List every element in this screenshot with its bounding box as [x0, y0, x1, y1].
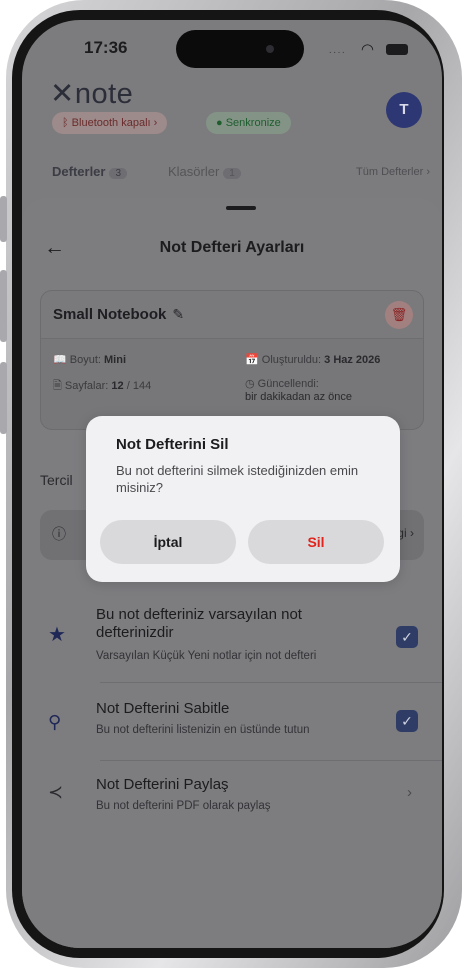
- pin-notebook-desc: Bu not defterini listenizin en üstünde t…: [96, 724, 310, 736]
- pin-notebook-checkbox[interactable]: ✓: [396, 710, 418, 732]
- avatar[interactable]: T: [386, 92, 422, 128]
- logo-x-icon: ✕: [50, 78, 75, 110]
- tab-folders-count: 1: [223, 168, 241, 179]
- sync-status-chip: ● Senkronize: [206, 112, 291, 134]
- signal-icon: ····: [328, 47, 346, 58]
- battery-icon: [386, 44, 408, 55]
- updated-meta: ◷ Güncellendi:: [245, 377, 319, 390]
- share-notebook-row[interactable]: ≺ Not Defterini Paylaş Bu not defterini …: [40, 774, 424, 834]
- logo-text: note: [74, 78, 134, 110]
- updated-label: Güncellendi:: [257, 378, 319, 390]
- default-notebook-title: Bu not defteriniz varsayılan not defteri…: [96, 606, 302, 641]
- info-icon: ⓘ: [52, 526, 66, 542]
- size-value: Mini: [104, 354, 127, 366]
- volume-up-button: [0, 196, 7, 242]
- bluetooth-status-label: Bluetooth kapalı: [71, 117, 151, 129]
- trash-icon[interactable]: 🗑: [385, 301, 413, 329]
- chevron-right-icon: ›: [410, 526, 414, 540]
- wifi-icon: ◠: [360, 41, 374, 58]
- preferences-label: Tercil: [40, 472, 73, 488]
- all-notebooks-label: Tüm Defterler: [356, 166, 424, 178]
- share-icon: ≺: [48, 782, 64, 802]
- size-label: Boyut:: [69, 354, 101, 366]
- side-button: [0, 362, 7, 434]
- tab-folders-label: Klasörler: [168, 164, 220, 179]
- camera-dot: [266, 45, 274, 53]
- pin-notebook-title: Not Defterini Sabitle: [96, 700, 230, 717]
- screen: 17:36 ···· ◠ ✕note T ᛒ Bluetooth kapalı …: [22, 20, 442, 948]
- delete-notebook-dialog: Not Defterini Sil Bu not defterini silme…: [86, 416, 400, 582]
- bluetooth-status-chip[interactable]: ᛒ Bluetooth kapalı ›: [52, 112, 168, 134]
- chevron-right-icon: ›: [153, 117, 158, 129]
- chevron-right-icon: ›: [426, 166, 430, 178]
- calendar-icon: 📅: [245, 354, 259, 366]
- pencil-icon[interactable]: ✎: [172, 306, 184, 322]
- page-icon: 🗎: [53, 380, 62, 392]
- tab-notebooks-label: Defterler: [52, 164, 106, 179]
- pages-label: Sayfalar:: [64, 380, 109, 392]
- notebook-card-header: Small Notebook ✎ 🗑: [41, 291, 423, 339]
- pin-notebook-row[interactable]: ⚲ Not Defterini Sabitle Bu not defterini…: [40, 696, 424, 758]
- chevron-right-icon: ›: [407, 784, 412, 801]
- share-notebook-desc: Bu not defterini PDF olarak paylaş: [96, 800, 271, 812]
- created-meta: 📅 Oluşturuldu: 3 Haz 2026: [245, 353, 380, 366]
- pages-meta: 🗎 Sayfalar: 12 / 144: [53, 377, 151, 396]
- delete-button[interactable]: Sil: [248, 520, 384, 564]
- notebook-info-card: Small Notebook ✎ 🗑 📖 Boyut: Mini 🗎 Sayfal…: [40, 290, 424, 430]
- tab-folders[interactable]: Klasörler 1: [168, 164, 241, 179]
- notebook-name: Small Notebook: [53, 306, 167, 323]
- clock-icon: ◷: [245, 378, 255, 390]
- status-bar: 17:36 ···· ◠: [22, 20, 442, 76]
- tab-notebooks[interactable]: Defterler 3: [52, 164, 128, 179]
- dialog-title: Not Defterini Sil: [116, 436, 229, 453]
- default-notebook-row[interactable]: ★ Bu not defteriniz varsayılan not defte…: [40, 602, 424, 682]
- sheet-title: Not Defteri Ayarları: [159, 239, 305, 256]
- sheet-drag-handle[interactable]: [226, 206, 256, 210]
- bluetooth-icon: ᛒ: [62, 117, 69, 129]
- pages-total: / 144: [126, 380, 152, 392]
- status-time: 17:36: [84, 38, 128, 57]
- star-icon: ★: [48, 624, 66, 646]
- divider: [100, 682, 442, 683]
- book-icon: 📖: [53, 354, 67, 366]
- dynamic-island: [176, 30, 304, 68]
- default-notebook-desc: Varsayılan Küçük Yeni notlar için not de…: [96, 650, 317, 662]
- dialog-message: Bu not defterini silmek istediğinizden e…: [116, 463, 359, 495]
- volume-down-button: [0, 270, 7, 342]
- updated-value: bir dakikadan az önce: [245, 391, 353, 403]
- pages-value: 12: [111, 380, 124, 392]
- pin-icon: ⚲: [48, 712, 62, 732]
- created-value: 3 Haz 2026: [324, 354, 381, 366]
- app-logo: ✕note: [50, 76, 133, 111]
- size-meta: 📖 Boyut: Mini: [53, 353, 126, 366]
- cancel-button[interactable]: İptal: [100, 520, 236, 564]
- share-notebook-title: Not Defterini Paylaş: [96, 776, 229, 793]
- all-notebooks-link[interactable]: Tüm Defterler ›: [356, 166, 430, 178]
- notebook-tabs: Defterler 3 Klasörler 1 Tüm Defterler ›: [52, 160, 430, 184]
- tab-notebooks-count: 3: [109, 168, 128, 179]
- divider: [100, 760, 442, 761]
- notebook-name-row[interactable]: Small Notebook ✎: [53, 306, 184, 323]
- default-notebook-checkbox[interactable]: ✓: [396, 626, 418, 648]
- created-label: Oluşturuldu:: [261, 354, 322, 366]
- sync-dot-icon: ●: [216, 117, 223, 129]
- sync-status-label: Senkronize: [225, 117, 281, 129]
